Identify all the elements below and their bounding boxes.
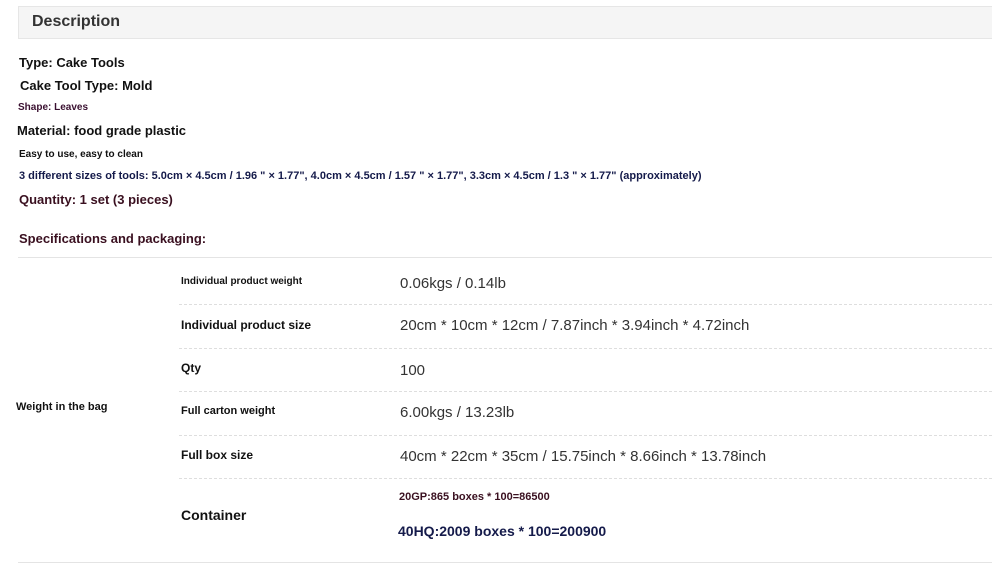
container-value-20gp: 20GP:865 boxes * 100=86500 [399,491,550,503]
spec-row-label: Individual product size [181,318,312,332]
spec-row-value: 20cm * 10cm * 12cm / 7.87inch * 3.94inch… [400,317,750,334]
row-divider [179,391,992,392]
cake-tool-type-line: Cake Tool Type: Mold [20,78,153,93]
sizes-line: 3 different sizes of tools: 5.0cm × 4.5c… [19,170,702,182]
type-line: Type: Cake Tools [19,55,125,70]
container-value-40hq: 40HQ:2009 boxes * 100=200900 [398,523,607,539]
spec-row-value: 40cm * 22cm * 35cm / 15.75inch * 8.66inc… [400,448,767,465]
quantity-line: Quantity: 1 set (3 pieces) [19,192,173,207]
ease-of-use-line: Easy to use, easy to clean [19,149,143,160]
row-divider [179,435,992,436]
row-divider [179,348,992,349]
shape-line: Shape: Leaves [18,102,89,113]
row-divider [179,478,992,479]
container-label: Container [181,507,247,523]
description-title: Description [32,13,121,30]
spec-row-label: Individual product weight [181,276,303,287]
spec-heading: Specifications and packaging: [19,231,207,246]
spec-row-label: Full box size [181,448,254,462]
spec-row-label: Full carton weight [181,405,276,417]
spec-row-label: Qty [181,361,202,375]
material-line: Material: food grade plastic [17,123,187,138]
row-divider [179,304,992,305]
spec-group-label: Weight in the bag [16,401,108,413]
spec-table-top-border [18,257,992,258]
spec-table-bottom-border [18,562,992,563]
spec-row-value: 0.06kgs / 0.14lb [400,275,506,292]
spec-row-value: 6.00kgs / 13.23lb [400,404,515,421]
spec-row-value: 100 [400,362,426,379]
description-header: Description [18,6,992,39]
